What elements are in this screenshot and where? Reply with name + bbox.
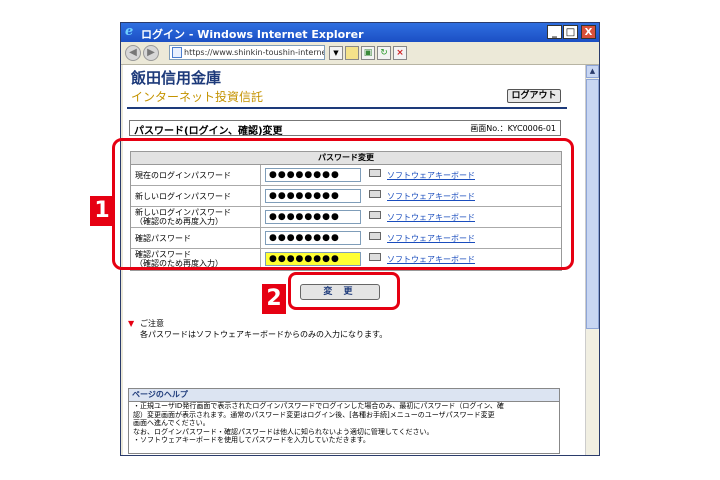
caution-triangle-icon: ▼	[128, 319, 135, 328]
scroll-up-icon[interactable]: ▲	[586, 65, 599, 78]
minimize-button[interactable]: _	[547, 25, 562, 39]
vertical-scrollbar[interactable]: ▲	[585, 65, 599, 455]
help-heading: ページのヘルプ	[129, 389, 559, 402]
compatibility-icon[interactable]: ▣	[361, 46, 375, 60]
bank-name: 飯田信用金庫	[131, 69, 222, 87]
help-line: ・ソフトウェアキーボードを使用してパスワードを入力していただきます。	[133, 436, 370, 445]
help-line: 認）変更画面が表示されます。通常のパスワード変更はログイン後、[各種お手続]メニ…	[133, 410, 495, 419]
notice-body: 各パスワードはソフトウェアキーボードからのみの入力になります。	[140, 330, 388, 339]
page-title: パスワード(ログイン、確認)変更	[134, 126, 283, 137]
stop-icon[interactable]: ×	[393, 46, 407, 60]
header-divider	[127, 107, 567, 109]
address-bar: ◀ ▶ https://www.shinkin-toushin-internet…	[121, 42, 599, 65]
dropdown-icon[interactable]: ▼	[329, 46, 343, 60]
forward-icon[interactable]: ▶	[143, 45, 159, 61]
help-section: ページのヘルプ ・正規ユーザID発行画面で表示されたログインパスワードでログイン…	[128, 388, 560, 454]
help-line: 画面へ進んでください。	[133, 419, 210, 428]
back-icon[interactable]: ◀	[125, 45, 141, 61]
annotation-marker-1: 1	[90, 196, 114, 226]
page-icon	[172, 47, 182, 58]
help-line: ・正規ユーザID発行画面で表示されたログインパスワードでログインした場合のみ、最…	[133, 402, 504, 410]
url-field[interactable]: https://www.shinkin-toushin-internet.jp	[169, 45, 325, 60]
logout-button[interactable]: ログアウト	[507, 89, 561, 103]
screen-id: 画面No.：KYC0006-01	[470, 124, 556, 133]
scroll-thumb[interactable]	[586, 79, 599, 329]
ie-logo-icon: e	[125, 24, 134, 39]
service-name: インターネット投資信託	[131, 90, 264, 104]
maximize-button[interactable]: □	[563, 25, 578, 39]
annotation-marker-2: 2	[262, 284, 286, 314]
notice-heading: ご注意	[140, 319, 164, 328]
lock-icon[interactable]	[345, 46, 359, 60]
page-title-bar: パスワード(ログイン、確認)変更 画面No.：KYC0006-01	[129, 120, 561, 137]
refresh-icon[interactable]: ↻	[377, 46, 391, 60]
title-bar: e ログイン - Windows Internet Explorer _ □ X	[121, 23, 599, 42]
url-text: https://www.shinkin-toushin-internet.jp	[184, 48, 325, 57]
annotation-box-1	[112, 138, 574, 270]
change-button[interactable]: 変 更	[300, 284, 380, 300]
window-title: ログイン - Windows Internet Explorer	[141, 28, 364, 41]
close-button[interactable]: X	[581, 25, 596, 39]
